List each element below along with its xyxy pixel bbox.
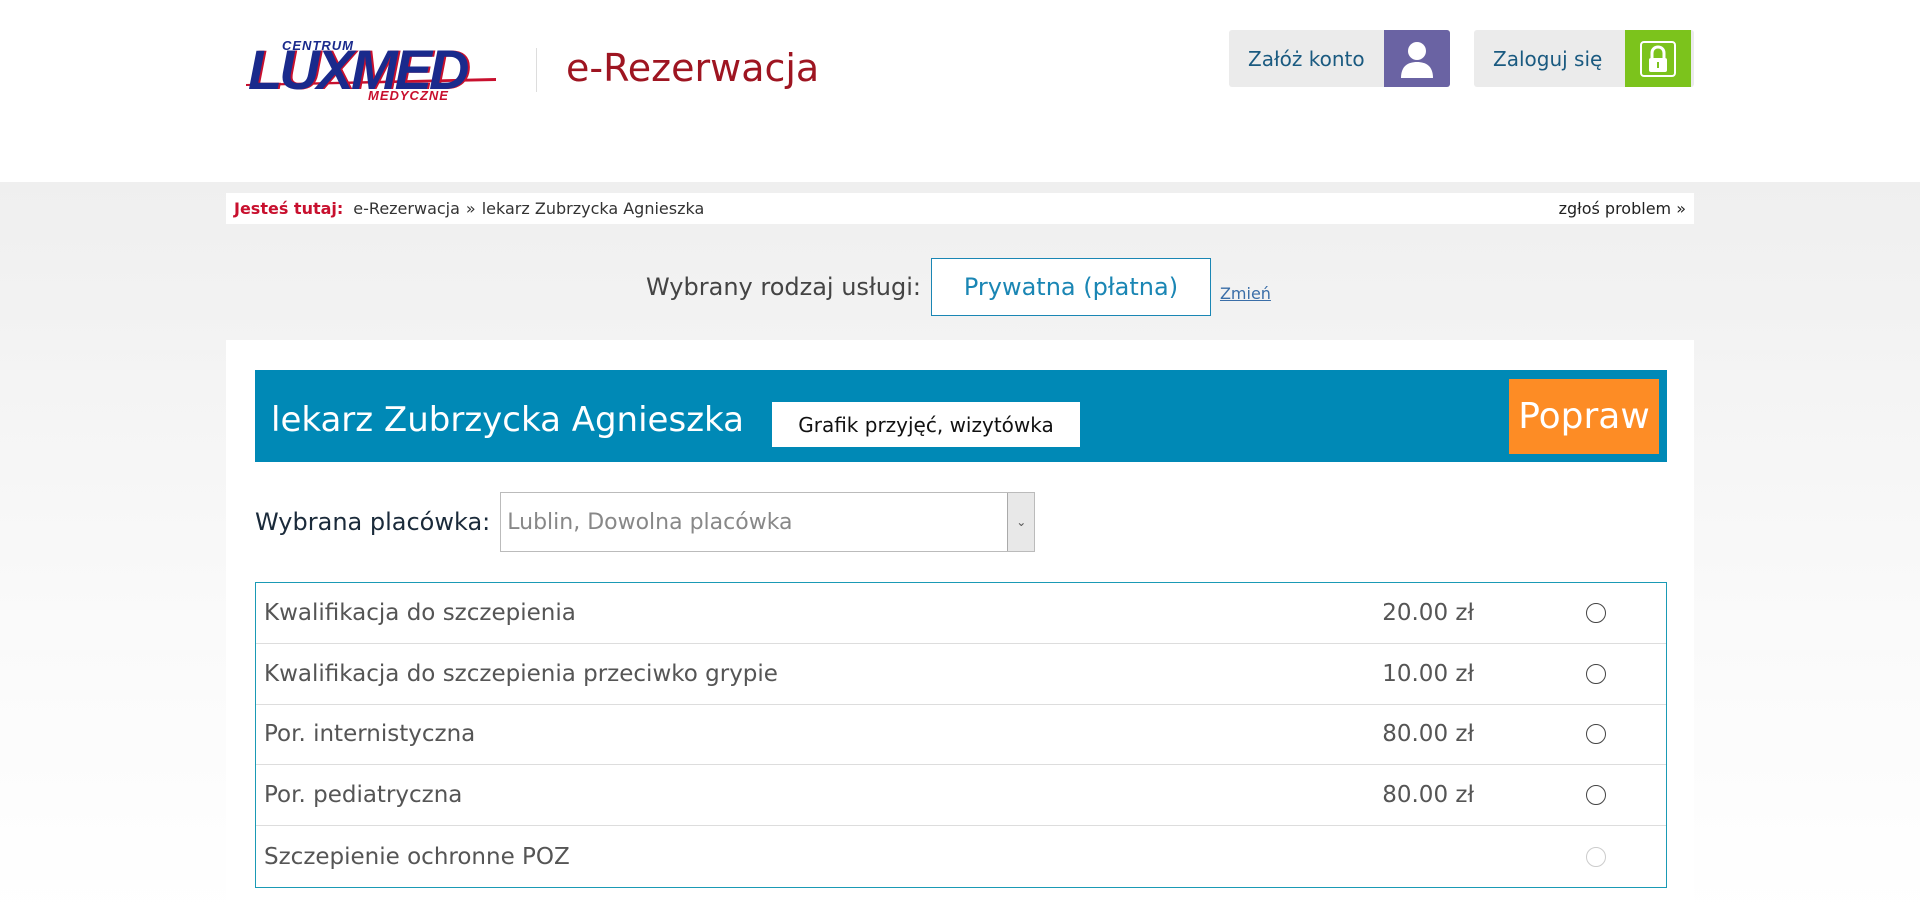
doctor-header-bar: lekarz Zubrzycka Agnieszka Grafik przyję… [255, 370, 1667, 462]
chevron-down-icon[interactable]: ⌄ [1007, 493, 1035, 551]
breadcrumb-separator: » [465, 199, 476, 218]
site-header: CENTRUM LUXMED MEDYCZNE e-Rezerwacja Zał… [0, 0, 1920, 182]
service-name: Por. internistyczna [264, 721, 476, 748]
header-divider [536, 48, 537, 92]
login-button-label: Zaloguj się [1493, 46, 1603, 71]
facility-label: Wybrana placówka: [255, 508, 491, 536]
services-list: Kwalifikacja do szczepienia 20.00 zł Kwa… [255, 582, 1667, 888]
service-price: 80.00 zł [1382, 782, 1474, 809]
facility-section: Wybrana placówka: Lublin, Dowolna placów… [255, 492, 1036, 552]
facility-select-value: Lublin, Dowolna placówka [507, 509, 793, 535]
service-row[interactable]: Kwalifikacja do szczepienia 20.00 zł [256, 583, 1666, 644]
service-radio-disabled [1586, 846, 1606, 867]
service-radio[interactable] [1586, 785, 1606, 806]
schedule-button[interactable]: Grafik przyjęć, wizytówka [772, 402, 1080, 447]
app-title: e-Rezerwacja [566, 46, 820, 90]
breadcrumb-item-home[interactable]: e-Rezerwacja [353, 199, 460, 218]
service-radio[interactable] [1586, 602, 1606, 623]
service-name: Kwalifikacja do szczepienia [264, 599, 576, 626]
register-button-label: Załóż konto [1248, 46, 1365, 71]
service-row[interactable]: Por. internistyczna 80.00 zł [256, 705, 1666, 766]
register-button[interactable]: Załóż konto [1229, 30, 1450, 87]
service-radio[interactable] [1586, 724, 1606, 745]
facility-select[interactable]: Lublin, Dowolna placówka ⌄ [500, 492, 1036, 552]
logo-bottom-text: MEDYCZNE [368, 88, 449, 103]
breadcrumb-here-label: Jesteś tutaj: [234, 199, 344, 218]
service-type-label: Wybrany rodzaj usługi: [646, 273, 921, 301]
service-radio[interactable] [1586, 663, 1606, 684]
report-problem-link[interactable]: zgłoś problem » [1559, 199, 1686, 218]
service-row: Szczepienie ochronne POZ [256, 826, 1666, 887]
service-row[interactable]: Kwalifikacja do szczepienia przeciwko gr… [256, 644, 1666, 705]
service-type-section: Wybrany rodzaj usługi: Prywatna (płatna)… [646, 258, 1271, 316]
service-price: 20.00 zł [1382, 599, 1474, 626]
service-name: Szczepienie ochronne POZ [264, 843, 570, 870]
breadcrumb-item-current: lekarz Zubrzycka Agnieszka [481, 199, 705, 218]
service-price: 80.00 zł [1382, 721, 1474, 748]
change-service-type-link[interactable]: Zmień [1220, 284, 1271, 303]
luxmed-logo[interactable]: CENTRUM LUXMED MEDYCZNE [246, 38, 502, 106]
fix-button[interactable]: Popraw [1509, 379, 1659, 454]
service-name: Por. pediatryczna [264, 782, 463, 809]
breadcrumb: Jesteś tutaj: e-Rezerwacja » lekarz Zubr… [226, 193, 1694, 224]
user-icon [1383, 30, 1450, 87]
service-row[interactable]: Por. pediatryczna 80.00 zł [256, 765, 1666, 827]
service-type-value: Prywatna (płatna) [930, 258, 1211, 316]
service-price: 10.00 zł [1382, 660, 1474, 687]
doctor-name: lekarz Zubrzycka Agnieszka [271, 400, 744, 440]
service-name: Kwalifikacja do szczepienia przeciwko gr… [264, 660, 778, 687]
login-button[interactable]: Zaloguj się [1474, 30, 1694, 87]
lock-icon [1625, 30, 1692, 87]
